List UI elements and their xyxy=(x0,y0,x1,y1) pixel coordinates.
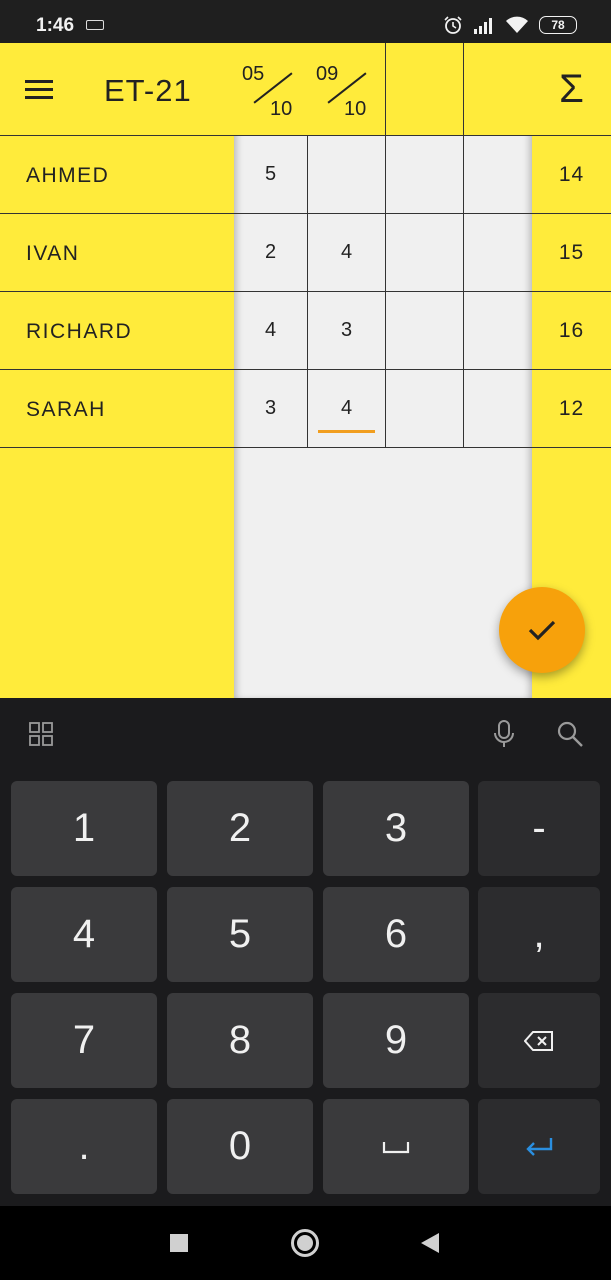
student-name: IVAN xyxy=(26,242,80,265)
keyboard-toolbar xyxy=(0,698,611,770)
student-row[interactable]: IVAN xyxy=(0,214,234,292)
status-time: 1:46 xyxy=(36,15,75,36)
date-header-empty[interactable] xyxy=(464,43,532,136)
date-header-empty[interactable] xyxy=(386,43,464,136)
recents-square-icon[interactable] xyxy=(170,1234,188,1252)
app-header: ET-21 xyxy=(0,43,234,136)
date-month: 10 xyxy=(344,98,367,120)
enter-key[interactable] xyxy=(478,1099,600,1194)
key-2[interactable]: 2 xyxy=(167,781,313,876)
key-comma[interactable]: , xyxy=(478,887,600,982)
key-6[interactable]: 6 xyxy=(323,887,469,982)
grid-icon[interactable] xyxy=(29,722,53,746)
grades-grid: 05 10 09 10 5 2 4 4 3 3 4 xyxy=(234,43,532,698)
key-1[interactable]: 1 xyxy=(11,781,157,876)
student-name: RICHARD xyxy=(26,320,133,343)
page-title: ET-21 xyxy=(104,73,192,108)
key-period[interactable]: . xyxy=(11,1099,157,1194)
signal-icon xyxy=(474,18,492,34)
check-icon xyxy=(528,620,556,641)
sum-header: Σ xyxy=(532,43,611,136)
student-row[interactable]: AHMED xyxy=(0,136,234,214)
numeric-keyboard: 1 2 3 - 4 5 6 , 7 8 9 . 0 xyxy=(0,770,611,1206)
backspace-icon xyxy=(524,1030,553,1051)
grade-cell[interactable] xyxy=(308,136,386,214)
key-0[interactable]: 0 xyxy=(167,1099,313,1194)
date-day: 09 xyxy=(316,63,339,85)
grade-cell[interactable] xyxy=(386,214,464,292)
grade-cell[interactable]: 3 xyxy=(308,292,386,370)
date-month: 10 xyxy=(270,98,293,120)
grade-cell-active[interactable]: 4 xyxy=(308,370,386,448)
space-key[interactable] xyxy=(323,1099,469,1194)
battery-indicator: 78 xyxy=(539,16,577,34)
key-4[interactable]: 4 xyxy=(11,887,157,982)
grade-cell[interactable] xyxy=(386,292,464,370)
backspace-key[interactable] xyxy=(478,993,600,1088)
key-7[interactable]: 7 xyxy=(11,993,157,1088)
grade-cell[interactable] xyxy=(464,370,532,448)
status-icons: 78 xyxy=(443,15,577,35)
status-bar: 1:46 78 xyxy=(0,0,611,43)
menu-icon[interactable] xyxy=(25,80,53,100)
home-circle-icon[interactable] xyxy=(290,1228,320,1258)
student-name: SARAH xyxy=(26,398,106,421)
key-8[interactable]: 8 xyxy=(167,993,313,1088)
grade-cell[interactable] xyxy=(464,292,532,370)
grade-cell[interactable] xyxy=(464,214,532,292)
key-5[interactable]: 5 xyxy=(167,887,313,982)
back-triangle-icon[interactable] xyxy=(420,1232,440,1254)
student-row[interactable]: RICHARD xyxy=(0,292,234,370)
date-day: 05 xyxy=(242,63,265,85)
sum-cell: 16 xyxy=(532,292,611,370)
confirm-button[interactable] xyxy=(499,587,585,673)
gradebook-app: ET-21 AHMED IVAN RICHARD SARAH 05 10 09 … xyxy=(0,43,611,698)
key-minus[interactable]: - xyxy=(478,781,600,876)
student-row[interactable]: SARAH xyxy=(0,370,234,448)
grade-cell[interactable]: 2 xyxy=(234,214,308,292)
sum-cell: 12 xyxy=(532,370,611,448)
search-icon[interactable] xyxy=(556,720,584,748)
grade-cell[interactable]: 4 xyxy=(308,214,386,292)
key-9[interactable]: 9 xyxy=(323,993,469,1088)
sum-cell: 14 xyxy=(532,136,611,214)
grade-cell[interactable]: 5 xyxy=(234,136,308,214)
grade-cell[interactable] xyxy=(386,370,464,448)
space-icon xyxy=(382,1141,410,1153)
grade-cell[interactable]: 4 xyxy=(234,292,308,370)
alarm-icon xyxy=(444,16,462,34)
enter-icon xyxy=(526,1137,553,1156)
student-name: AHMED xyxy=(26,164,110,187)
grade-cell[interactable] xyxy=(386,136,464,214)
wifi-icon xyxy=(506,16,528,33)
date-header[interactable]: 09 10 xyxy=(308,43,386,136)
grade-cell[interactable] xyxy=(464,136,532,214)
date-header[interactable]: 05 10 xyxy=(234,43,312,136)
keyboard-indicator-icon xyxy=(86,20,104,30)
mic-icon[interactable] xyxy=(492,720,516,748)
names-column: ET-21 AHMED IVAN RICHARD SARAH xyxy=(0,43,234,698)
grade-cell[interactable]: 3 xyxy=(234,370,308,448)
system-nav-bar xyxy=(0,1206,611,1280)
sum-cell: 15 xyxy=(532,214,611,292)
key-3[interactable]: 3 xyxy=(323,781,469,876)
